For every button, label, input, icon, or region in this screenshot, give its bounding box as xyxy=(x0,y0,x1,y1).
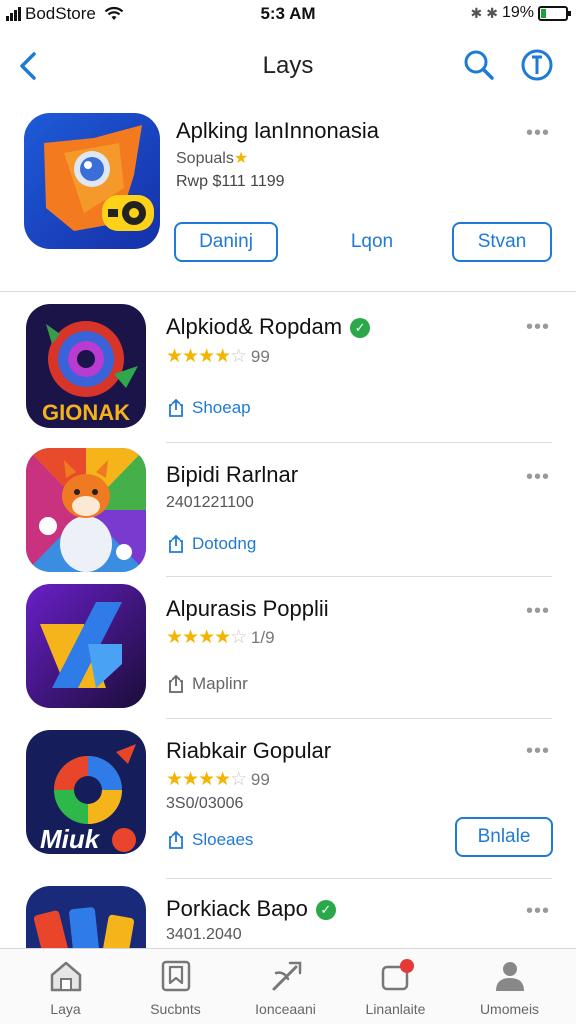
app-row[interactable]: Bipidi Rarlnar 2401221100 Dotodng ••• xyxy=(0,446,576,577)
share-icon xyxy=(169,534,183,553)
app-icon[interactable] xyxy=(26,886,146,948)
rating-count: 99 xyxy=(250,770,270,789)
featured-primary-button[interactable]: Daninj xyxy=(174,222,278,262)
row-divider xyxy=(166,576,552,577)
status-right: ✱ ✱ 19% xyxy=(470,4,571,22)
tab-label[interactable]: Ionceaani xyxy=(228,1001,343,1017)
featured-app-subtitle: Sopuals★ xyxy=(176,148,248,168)
app-meta: 3401.2040 xyxy=(166,926,242,943)
share-icon xyxy=(169,674,183,693)
action-label[interactable]: Maplinr xyxy=(192,674,248,694)
tab-bar: Laya Sucbnts Ionceaani Linanlaite Umomei… xyxy=(0,948,576,1024)
app-row[interactable]: GIONAK Alpkiod& Ropdam ✓ ★★★★☆ 99 Shoeap … xyxy=(0,300,576,443)
tab-label[interactable]: Umomeis xyxy=(452,1001,567,1017)
share-action[interactable]: Shoeap xyxy=(166,398,251,418)
share-action[interactable]: Sloeaes xyxy=(166,830,253,850)
app-name[interactable]: Bipidi Rarlnar xyxy=(166,462,298,488)
tab-profile[interactable]: Umomeis xyxy=(452,949,567,1024)
featured-secondary-button[interactable]: Stvan xyxy=(452,222,552,262)
home-icon xyxy=(50,961,82,992)
tab-notifications[interactable]: Linanlaite xyxy=(338,949,453,1024)
more-options-icon[interactable]: ••• xyxy=(526,901,550,921)
battery-fill xyxy=(541,8,546,18)
tab-tools[interactable]: Ionceaani xyxy=(228,949,343,1024)
account-button[interactable] xyxy=(520,48,554,82)
tab-label[interactable]: Laya xyxy=(8,1001,123,1017)
bluetooth-icon: ✱ xyxy=(470,4,483,21)
notification-badge xyxy=(400,959,414,973)
nav-bar: Lays xyxy=(0,36,576,96)
rating-stars: ★★★★☆ xyxy=(166,769,247,790)
star-icon: ★ xyxy=(233,150,249,167)
app-icon[interactable] xyxy=(26,448,146,572)
search-button[interactable] xyxy=(462,48,496,82)
featured-app-category: Sopuals xyxy=(176,150,234,167)
featured-app-name[interactable]: Aplking lanInnonasia xyxy=(176,118,379,144)
tab-label[interactable]: Sucbnts xyxy=(118,1001,233,1017)
get-button[interactable]: Bnlale xyxy=(455,817,553,857)
featured-app-card[interactable]: Aplking lanInnonasia Sopuals★ Rwp $111 1… xyxy=(0,108,576,292)
app-row[interactable]: Miuk Riabkair Gopular ★★★★☆ 99 3S0/03006… xyxy=(0,724,576,879)
app-icon[interactable]: GIONAK xyxy=(26,304,146,428)
app-icon[interactable] xyxy=(26,584,146,708)
action-label[interactable]: Sloeaes xyxy=(192,830,253,850)
app-rating: ★★★★☆ 1/9 xyxy=(166,626,275,649)
row-divider xyxy=(166,878,552,879)
featured-app-icon[interactable] xyxy=(24,113,160,249)
rating-count: 99 xyxy=(250,347,270,366)
tools-icon xyxy=(272,961,302,991)
bookmark-icon xyxy=(161,960,191,992)
app-name[interactable]: Alpurasis Popplii xyxy=(166,596,329,622)
tab-label[interactable]: Linanlaite xyxy=(338,1001,453,1017)
svg-text:GIONAK: GIONAK xyxy=(42,400,130,425)
action-label[interactable]: Dotodng xyxy=(192,534,256,554)
rating-stars: ★★★★☆ xyxy=(166,346,247,367)
app-name-row[interactable]: Alpkiod& Ropdam ✓ xyxy=(166,314,371,340)
svg-text:Miuk: Miuk xyxy=(40,824,101,854)
rating-stars: ★★★★☆ xyxy=(166,627,247,648)
more-options-icon[interactable]: ••• xyxy=(526,601,550,621)
more-options-icon[interactable]: ••• xyxy=(526,317,550,337)
featured-middle-button[interactable]: Lqon xyxy=(322,222,422,262)
app-rating: ★★★★☆ 99 xyxy=(166,768,270,791)
row-divider xyxy=(166,442,552,443)
share-icon xyxy=(169,830,183,849)
app-row[interactable]: Porkiack Bapo ✓ 3401.2040 ••• xyxy=(0,884,576,948)
app-name[interactable]: Alpkiod& Ropdam xyxy=(166,314,342,339)
app-meta: 3S0/03006 xyxy=(166,795,244,812)
app-icon[interactable]: Miuk xyxy=(26,730,146,854)
tab-bookmarks[interactable]: Sucbnts xyxy=(118,949,233,1024)
bluetooth-icon-2: ✱ xyxy=(486,4,498,21)
app-name[interactable]: Riabkair Gopular xyxy=(166,738,331,764)
action-label[interactable]: Shoeap xyxy=(192,398,251,418)
tab-home[interactable]: Laya xyxy=(8,949,123,1024)
more-options-icon[interactable]: ••• xyxy=(526,467,550,487)
person-icon xyxy=(496,962,524,991)
share-icon xyxy=(169,398,183,417)
status-bar: BodStore 5:3 AM ✱ ✱ 19% xyxy=(0,0,576,28)
featured-app-price: Rwp $111 1199 xyxy=(176,173,285,190)
battery-percent: 19% xyxy=(501,4,534,21)
share-action[interactable]: Maplinr xyxy=(166,674,248,694)
verified-badge-icon: ✓ xyxy=(315,900,336,920)
app-name-row[interactable]: Porkiack Bapo ✓ xyxy=(166,896,336,922)
more-options-icon[interactable]: ••• xyxy=(526,123,550,143)
row-divider xyxy=(166,718,552,719)
app-rating: ★★★★☆ 99 xyxy=(166,345,270,368)
app-meta: 2401221100 xyxy=(166,494,254,511)
app-row[interactable]: Alpurasis Popplii ★★★★☆ 1/9 Maplinr ••• xyxy=(0,580,576,719)
battery-icon xyxy=(538,5,571,21)
app-name[interactable]: Porkiack Bapo xyxy=(166,896,308,921)
more-options-icon[interactable]: ••• xyxy=(526,741,550,761)
share-action[interactable]: Dotodng xyxy=(166,534,256,554)
verified-badge-icon: ✓ xyxy=(350,318,371,338)
rating-count: 1/9 xyxy=(250,628,275,647)
